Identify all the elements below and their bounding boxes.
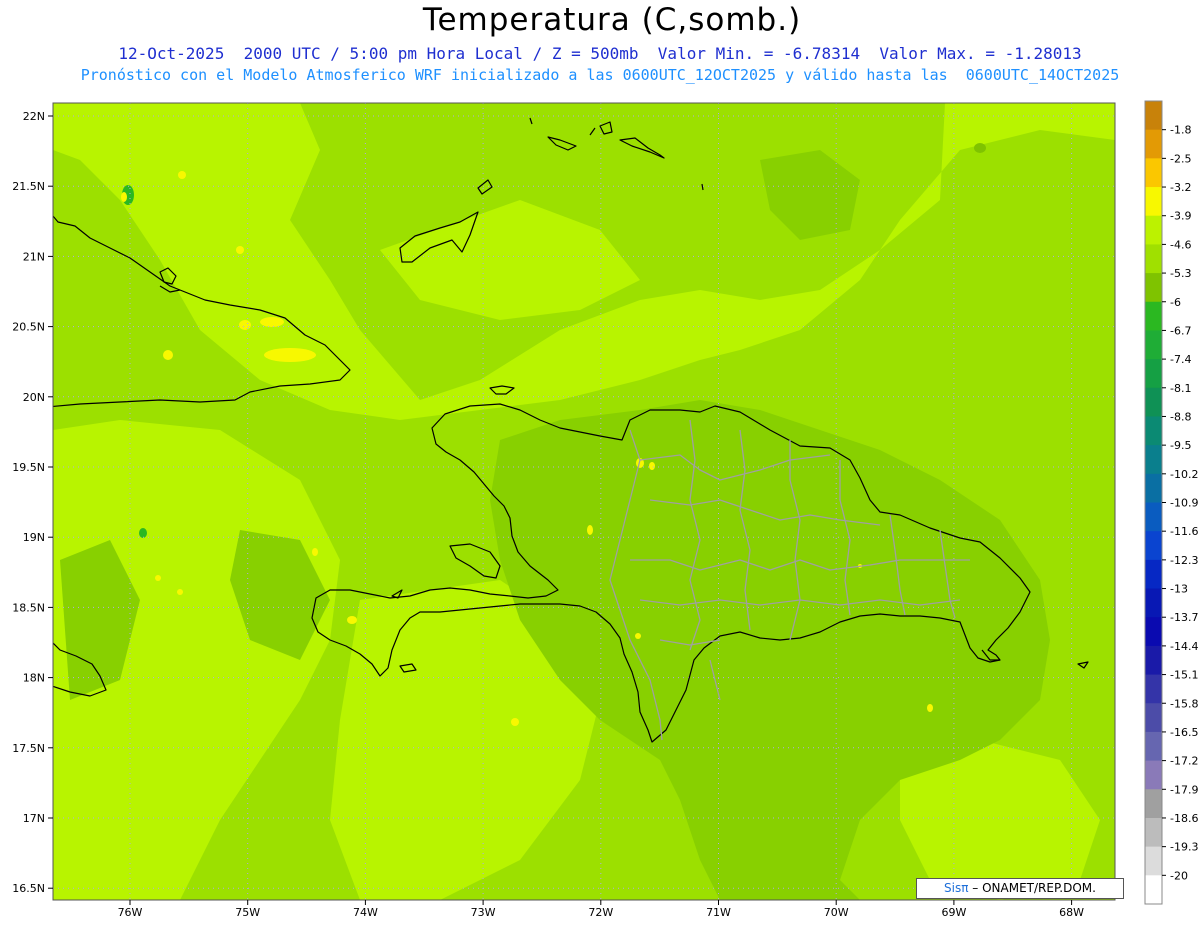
colorbar-swatch [1145, 129, 1162, 159]
lat-label: 19N [23, 531, 45, 544]
colorbar-swatch [1145, 617, 1162, 647]
colorbar-swatch [1145, 359, 1162, 389]
colorbar-swatch [1145, 473, 1162, 503]
lat-label: 21.5N [12, 180, 45, 193]
lon-label: 72W [588, 906, 613, 919]
colorbar-swatch [1145, 789, 1162, 819]
colorbar-label: -16.5 [1170, 726, 1198, 739]
lat-label: 19.5N [12, 461, 45, 474]
lon-label: 75W [235, 906, 260, 919]
credit-box: Sisπ – ONAMET/REP.DOM. [916, 878, 1124, 899]
colorbar-swatch [1145, 502, 1162, 532]
lon-label: 74W [353, 906, 378, 919]
lat-label: 18N [23, 672, 45, 685]
lat-label: 20N [23, 391, 45, 404]
colorbar-swatch [1145, 645, 1162, 676]
colorbar-label: -4.6 [1170, 238, 1191, 251]
colorbar-swatch [1145, 559, 1162, 590]
lon-label: 71W [706, 906, 731, 919]
colorbar-label: -6.7 [1170, 324, 1191, 337]
colorbar-label: -20 [1170, 869, 1188, 882]
colorbar-swatch [1145, 101, 1162, 131]
lon-label: 69W [941, 906, 966, 919]
colorbar-swatch [1145, 846, 1162, 876]
colorbar-label: -8.8 [1170, 410, 1191, 423]
colorbar-swatch [1145, 215, 1162, 245]
colorbar: -1.8 -2.5 -3.2 -3.9 -4.6 -5.3 -6 -6.7 -7.4 -8.1 -8… [1144, 100, 1198, 905]
colorbar-swatch [1145, 817, 1162, 848]
lat-label: 21N [23, 250, 45, 263]
colorbar-swatch [1145, 187, 1162, 217]
colorbar-label: -9.5 [1170, 439, 1191, 452]
colorbar-swatch [1145, 301, 1162, 331]
lat-label: 18.5N [12, 601, 45, 614]
lon-label: 73W [471, 906, 496, 919]
lat-label: 17.5N [12, 742, 45, 755]
colorbar-swatch [1145, 674, 1162, 704]
colorbar-swatch [1145, 273, 1162, 303]
colorbar-swatch [1145, 244, 1162, 274]
temperature-field [53, 103, 1115, 900]
colorbar-label: -3.2 [1170, 181, 1191, 194]
colorbar-label: -10.9 [1170, 497, 1198, 510]
colorbar-swatch [1145, 330, 1162, 360]
colorbar-swatch [1145, 158, 1162, 188]
colorbar-label: -13.7 [1170, 611, 1198, 624]
colorbar-label: -7.4 [1170, 353, 1191, 366]
colorbar-label: -10.2 [1170, 468, 1198, 481]
colorbar-label: -15.8 [1170, 697, 1198, 710]
colorbar-swatch [1145, 875, 1162, 905]
lat-label: 20.5N [12, 321, 45, 334]
lon-label: 76W [118, 906, 143, 919]
colorbar-label: -1.8 [1170, 124, 1191, 137]
colorbar-label: -12.3 [1170, 554, 1198, 567]
colorbar-label: -17.9 [1170, 783, 1198, 796]
colorbar-swatch [1145, 760, 1162, 790]
lon-label: 68W [1059, 906, 1084, 919]
forecast-map: 22N 21.5N 21N 20.5N 20N 19.5N 19N 18.5N 18N 17.5N… [12, 100, 1198, 919]
colorbar-swatch [1145, 703, 1162, 733]
colorbar-label: -18.6 [1170, 812, 1198, 825]
colorbar-swatch [1145, 387, 1162, 417]
colorbar-swatch [1145, 416, 1162, 446]
colorbar-label: -15.1 [1170, 669, 1198, 682]
colorbar-label: -3.9 [1170, 210, 1191, 223]
lat-label: 16.5N [12, 882, 45, 895]
colorbar-swatch [1145, 731, 1162, 762]
lon-label: 70W [824, 906, 849, 919]
lat-label: 17N [23, 812, 45, 825]
colorbar-label: -11.6 [1170, 525, 1198, 538]
latitude-labels: 22N 21.5N 21N 20.5N 20N 19.5N 19N 18.5N 18N 17.5N… [12, 110, 45, 895]
longitude-labels: 76W 75W 74W 73W 72W 71W 70W 69W 68W [118, 906, 1085, 919]
colorbar-label: -17.2 [1170, 755, 1198, 768]
credit-org: – ONAMET/REP.DOM. [968, 881, 1096, 895]
colorbar-label: -14.4 [1170, 640, 1198, 653]
colorbar-label: -19.3 [1170, 841, 1198, 854]
colorbar-swatch [1145, 531, 1162, 561]
colorbar-label: -13 [1170, 583, 1188, 596]
colorbar-label: -2.5 [1170, 152, 1191, 165]
credit-sis: Sisπ [944, 881, 969, 895]
colorbar-swatch [1145, 588, 1162, 618]
lat-label: 22N [23, 110, 45, 123]
colorbar-label: -6 [1170, 296, 1181, 309]
colorbar-label: -8.1 [1170, 382, 1191, 395]
colorbar-swatch [1145, 445, 1162, 475]
colorbar-label: -5.3 [1170, 267, 1191, 280]
